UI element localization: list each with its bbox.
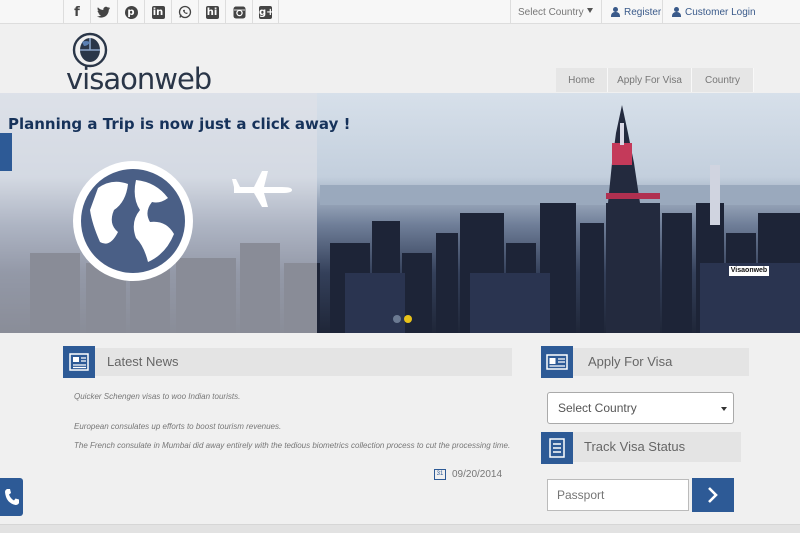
logo-wordmark: visaonweb: [66, 62, 212, 96]
passport-input[interactable]: [547, 479, 689, 511]
chevron-right-icon: [708, 487, 718, 503]
main-nav: Home Apply For Visa Country: [556, 68, 754, 92]
nav-home[interactable]: Home: [556, 68, 608, 92]
latest-news-title: Latest News: [107, 354, 179, 369]
news-item-1[interactable]: Quicker Schengen visas to woo Indian tou…: [74, 392, 514, 402]
customer-login-link[interactable]: Customer Login: [662, 0, 800, 24]
apply-for-visa-title: Apply For Visa: [588, 354, 673, 369]
pinterest-link[interactable]: p: [117, 0, 144, 24]
apply-for-visa-header: Apply For Visa: [541, 346, 749, 378]
twitter-link[interactable]: [90, 0, 117, 24]
instagram-icon: [233, 6, 245, 18]
register-link[interactable]: Register: [601, 0, 663, 24]
footer-strip: [0, 524, 800, 533]
register-label: Register: [624, 6, 662, 18]
slider-dot-1[interactable]: [393, 315, 401, 323]
phone-contact-tab[interactable]: [0, 478, 23, 516]
user-icon: [611, 7, 620, 17]
globe-icon: [73, 161, 193, 281]
news-item-3[interactable]: The French consulate in Mumbai did away …: [74, 441, 512, 451]
dropdown-arrow-icon: [587, 8, 593, 13]
news-icon-box: [63, 346, 95, 378]
banner-left-tab[interactable]: [0, 133, 12, 171]
airplane-icon: [232, 171, 292, 207]
logo-part-1: visa: [66, 62, 121, 96]
slider-dot-2[interactable]: [404, 315, 412, 323]
track-icon-box: [541, 432, 573, 464]
news-date-value: 09/20/2014: [452, 469, 503, 480]
apply-icon-box: [541, 346, 573, 378]
nav-country[interactable]: Country: [692, 68, 754, 92]
google-plus-link[interactable]: g+: [252, 0, 279, 24]
banner-watermark: Visaonweb: [729, 266, 769, 276]
facebook-icon: f: [74, 4, 80, 20]
nav-apply-for-visa[interactable]: Apply For Visa: [608, 68, 692, 92]
calendar-icon: 31: [434, 469, 446, 480]
user-icon: [672, 7, 681, 17]
instagram-link[interactable]: [225, 0, 252, 24]
facebook-link[interactable]: f: [63, 0, 90, 24]
linkedin-icon: in: [151, 5, 165, 19]
track-visa-status-header: Track Visa Status: [541, 432, 741, 464]
twitter-icon: [97, 6, 110, 18]
hero-banner: Planning a Trip is now just a click away…: [0, 93, 800, 333]
linkedin-link[interactable]: in: [144, 0, 171, 24]
apply-country-select-value: Select Country: [558, 401, 637, 415]
hi5-link[interactable]: hi: [198, 0, 225, 24]
phone-icon: [4, 489, 19, 505]
social-links: f p in hi g+: [63, 0, 279, 24]
pinterest-icon: p: [124, 5, 138, 19]
list-document-icon: [549, 438, 565, 458]
chevron-down-icon: [721, 407, 727, 411]
top-bar: f p in hi g+ Select Country Register Cus…: [0, 0, 800, 24]
banner-tagline: Planning a Trip is now just a click away…: [8, 115, 351, 133]
whatsapp-link[interactable]: [171, 0, 198, 24]
newspaper-icon: [69, 353, 89, 371]
top-country-select-label: Select Country: [518, 6, 584, 18]
top-country-select[interactable]: Select Country: [510, 0, 601, 24]
google-plus-icon: g+: [259, 5, 275, 19]
latest-news-header: Latest News: [63, 346, 512, 378]
whatsapp-icon: [178, 5, 192, 19]
news-date: 31 09/20/2014: [434, 469, 502, 480]
track-visa-status-title: Track Visa Status: [584, 439, 686, 454]
apply-country-select[interactable]: Select Country: [547, 392, 734, 424]
logo-part-2: onweb: [120, 62, 212, 96]
track-submit-button[interactable]: [692, 478, 734, 512]
passport-card-icon: [546, 354, 568, 370]
site-logo[interactable]: visaonweb: [66, 32, 212, 96]
customer-login-label: Customer Login: [685, 6, 756, 18]
news-item-2[interactable]: European consulates up efforts to boost …: [74, 422, 514, 432]
hi5-icon: hi: [205, 5, 219, 19]
